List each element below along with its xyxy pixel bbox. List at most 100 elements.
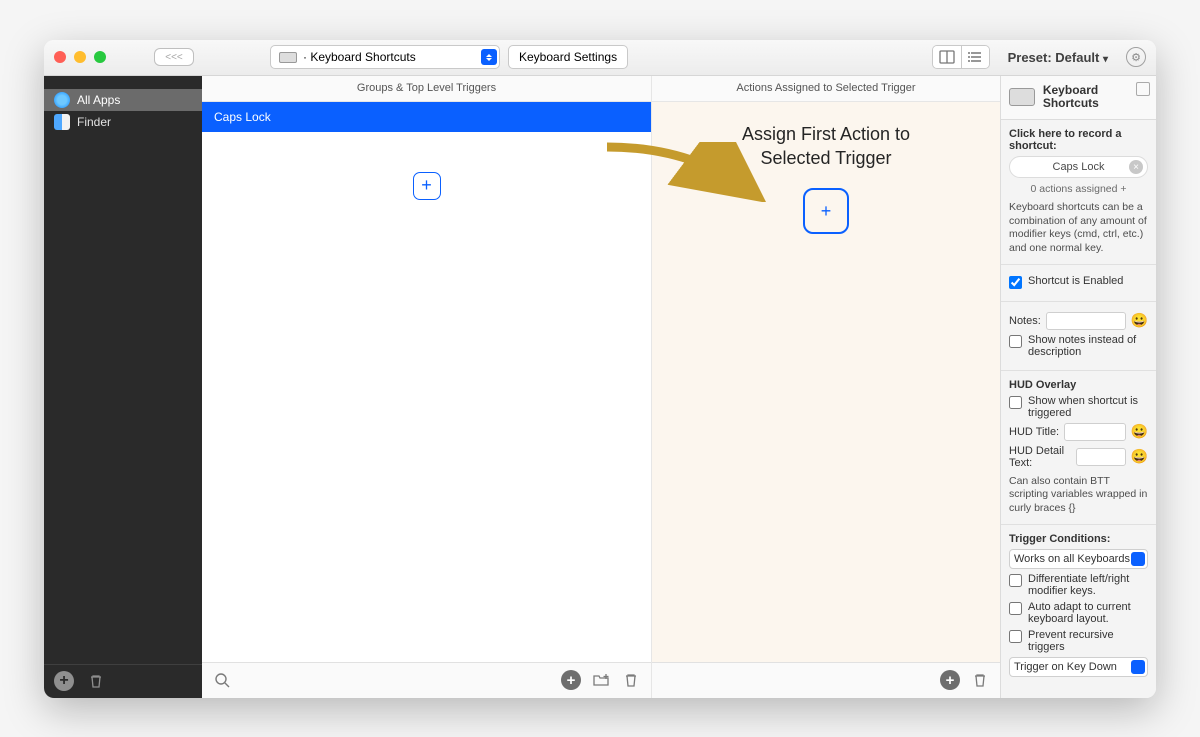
emoji-picker-icon[interactable]: 😀 [1131, 423, 1148, 440]
keyboard-settings-button[interactable]: Keyboard Settings [508, 45, 628, 69]
close-button[interactable] [54, 51, 66, 63]
actions-column-header: Actions Assigned to Selected Trigger [652, 76, 1000, 101]
inspector-title: Keyboard Shortcuts [1043, 84, 1148, 112]
keyboard-settings-label: Keyboard Settings [519, 50, 617, 64]
notes-input[interactable] [1046, 312, 1126, 330]
list-view-icon[interactable] [961, 46, 989, 68]
sidebar-item-label: All Apps [77, 93, 120, 107]
add-button[interactable]: + [561, 670, 581, 690]
gear-icon[interactable]: ⚙ [1126, 47, 1146, 67]
middle-area: Groups & Top Level Triggers Actions Assi… [202, 76, 1000, 698]
add-action-button[interactable]: + [803, 188, 849, 234]
notes-section: Notes: 😀 Show notes instead of descripti… [1001, 302, 1156, 371]
triggers-column: Caps Lock + + [202, 102, 652, 698]
window-controls [54, 51, 106, 63]
hud-help-text: Can also contain BTT scripting variables… [1009, 475, 1148, 516]
checkbox-input[interactable] [1009, 335, 1022, 348]
sidebar-footer: + [44, 664, 202, 698]
trash-icon[interactable] [621, 670, 641, 690]
zoom-button[interactable] [94, 51, 106, 63]
hud-title-input[interactable] [1064, 423, 1125, 441]
inspector-header: Keyboard Shortcuts [1001, 76, 1156, 121]
actions-heading-line1: Assign First Action to [652, 122, 1000, 146]
checkbox-label: Shortcut is Enabled [1028, 275, 1123, 287]
actions-assigned-label[interactable]: 0 actions assigned + [1009, 183, 1148, 195]
emoji-picker-icon[interactable]: 😀 [1131, 312, 1148, 329]
column-headers: Groups & Top Level Triggers Actions Assi… [202, 76, 1000, 102]
app-window: <<< · Keyboard Shortcuts Keyboard Settin… [44, 40, 1156, 698]
view-mode-segmented[interactable] [932, 45, 990, 69]
notes-label: Notes: [1009, 315, 1041, 327]
actions-heading-line2: Selected Trigger [652, 146, 1000, 170]
prevent-recursive-checkbox[interactable]: Prevent recursive triggers [1009, 629, 1148, 653]
section-dropdown[interactable]: · Keyboard Shortcuts [270, 45, 500, 69]
checkbox-input[interactable] [1009, 630, 1022, 643]
clear-shortcut-button[interactable]: × [1129, 160, 1143, 174]
checkbox-label: Show when shortcut is triggered [1028, 395, 1148, 419]
keyboard-scope-select[interactable]: Works on all Keyboards [1009, 549, 1148, 569]
preset-selector[interactable]: Preset: Default ▾ [1008, 50, 1108, 65]
checkbox-label: Differentiate left/right modifier keys. [1028, 573, 1148, 597]
trigger-conditions-section: Trigger Conditions: Works on all Keyboar… [1001, 525, 1156, 685]
inspector-panel: Keyboard Shortcuts Click here to record … [1000, 76, 1156, 698]
folder-icon[interactable] [591, 670, 611, 690]
hud-section: HUD Overlay Show when shortcut is trigge… [1001, 371, 1156, 525]
differentiate-checkbox[interactable]: Differentiate left/right modifier keys. [1009, 573, 1148, 597]
checkbox-label: Auto adapt to current keyboard layout. [1028, 601, 1148, 625]
page-icon[interactable] [1136, 82, 1150, 96]
keyboard-icon [1009, 88, 1035, 106]
checkbox-input[interactable] [1009, 276, 1022, 289]
hud-title-label: HUD Title: [1009, 426, 1059, 438]
trigger-on-select[interactable]: Trigger on Key Down [1009, 657, 1148, 677]
chevron-down-icon: ▾ [1103, 54, 1108, 65]
section-dropdown-label: · Keyboard Shortcuts [303, 50, 416, 64]
shortcut-field[interactable]: Caps Lock × [1009, 156, 1148, 178]
content-area: All Apps Finder + Groups & Top Level Tri… [44, 76, 1156, 698]
search-icon[interactable] [212, 670, 232, 690]
hud-show-checkbox[interactable]: Show when shortcut is triggered [1009, 395, 1148, 419]
trash-icon[interactable] [86, 671, 106, 691]
hud-detail-input[interactable] [1076, 448, 1126, 466]
preset-label: Preset: Default [1008, 50, 1100, 65]
sidebar-item-all-apps[interactable]: All Apps [44, 89, 202, 111]
record-shortcut-section: Click here to record a shortcut: Caps Lo… [1001, 120, 1156, 265]
add-trigger-button[interactable]: + [413, 172, 441, 200]
select-value: Trigger on Key Down [1014, 661, 1117, 673]
trigger-row-selected[interactable]: Caps Lock [202, 102, 651, 132]
autoadapt-checkbox[interactable]: Auto adapt to current keyboard layout. [1009, 601, 1148, 625]
trigger-conditions-label: Trigger Conditions: [1009, 533, 1148, 545]
triggers-footer: + [202, 662, 651, 698]
actions-column: Assign First Action to Selected Trigger … [652, 102, 1000, 698]
toolbar: <<< · Keyboard Shortcuts Keyboard Settin… [44, 40, 1156, 76]
trigger-row-label: Caps Lock [214, 110, 271, 124]
triggers-column-header: Groups & Top Level Triggers [202, 76, 652, 101]
columns-view-icon[interactable] [933, 46, 961, 68]
show-notes-checkbox[interactable]: Show notes instead of description [1009, 334, 1148, 358]
shortcut-help-text: Keyboard shortcuts can be a combination … [1009, 201, 1148, 256]
checkbox-label: Show notes instead of description [1028, 334, 1148, 358]
globe-icon [54, 92, 70, 108]
back-button[interactable]: <<< [154, 48, 194, 66]
trash-icon[interactable] [970, 670, 990, 690]
checkbox-input[interactable] [1009, 396, 1022, 409]
minimize-button[interactable] [74, 51, 86, 63]
checkbox-input[interactable] [1009, 574, 1022, 587]
sidebar: All Apps Finder + [44, 76, 202, 698]
hud-section-label: HUD Overlay [1009, 379, 1148, 391]
shortcut-enabled-checkbox[interactable]: Shortcut is Enabled [1009, 275, 1148, 289]
hud-detail-label: HUD Detail Text: [1009, 445, 1071, 469]
checkbox-input[interactable] [1009, 602, 1022, 615]
actions-footer: + [652, 662, 1000, 698]
chevron-updown-icon [481, 49, 497, 65]
shortcut-value: Caps Lock [1053, 161, 1105, 173]
record-shortcut-label: Click here to record a shortcut: [1009, 128, 1148, 152]
keyboard-icon [279, 52, 297, 63]
add-app-button[interactable]: + [54, 671, 74, 691]
checkbox-label: Prevent recursive triggers [1028, 629, 1148, 653]
sidebar-item-finder[interactable]: Finder [44, 111, 202, 133]
actions-empty-heading: Assign First Action to Selected Trigger [652, 122, 1000, 171]
emoji-picker-icon[interactable]: 😀 [1131, 448, 1148, 465]
add-button[interactable]: + [940, 670, 960, 690]
sidebar-item-label: Finder [77, 115, 111, 129]
finder-icon [54, 114, 70, 130]
